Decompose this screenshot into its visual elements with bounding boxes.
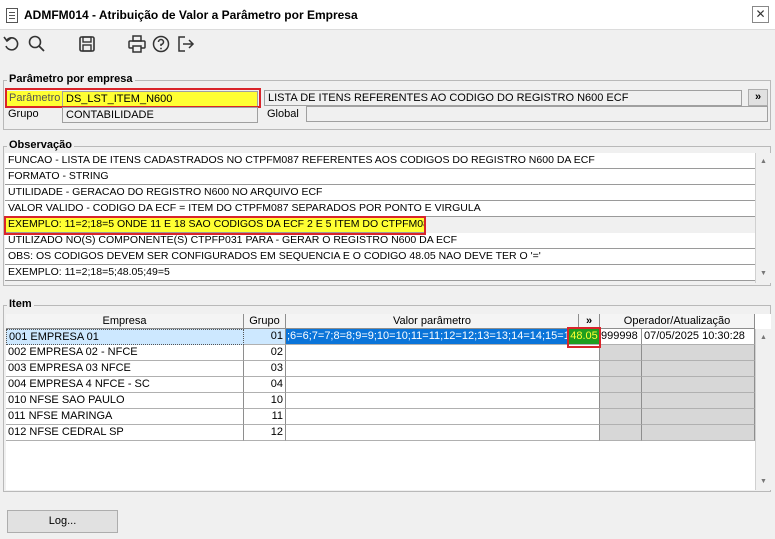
group-label: Grupo [8, 108, 39, 120]
obs-scrollbar[interactable]: ▲ ▼ [755, 153, 771, 283]
table-row-selected[interactable]: 001 EMPRESA 01 01 ;6=6;7=7;8=8;9=9;10=10… [6, 329, 771, 345]
row-codigo: 001 [9, 331, 28, 343]
row-operador [600, 409, 642, 425]
print-icon[interactable] [127, 34, 147, 54]
search-icon[interactable] [27, 34, 47, 54]
obs-line: EXEMPLO: 11=2;18=5;48.05;49=5 [5, 265, 755, 281]
row-codigo: 004 [8, 378, 27, 390]
row-valor-input[interactable]: ;6=6;7=7;8=8;9=9;10=10;11=11;12=12;13=13… [286, 329, 569, 345]
col-header-grupo[interactable]: Grupo [244, 314, 286, 329]
row-operador [600, 377, 642, 393]
row-codigo: 002 [8, 346, 27, 358]
global-label: Global [267, 108, 299, 120]
scroll-down-arrow-icon[interactable]: ▼ [758, 476, 769, 487]
row-grupo: 03 [244, 361, 286, 377]
param-lookup-button[interactable]: » [748, 89, 768, 106]
table-row[interactable]: 012 NFSE CEDRAL SP 12 [6, 425, 771, 441]
param-group-legend: Parâmetro por empresa [7, 73, 135, 85]
col-header-valor[interactable]: Valor parâmetro [286, 314, 579, 329]
row-data [642, 409, 755, 425]
param-highlight-box [5, 88, 261, 108]
row-data [642, 361, 755, 377]
obs-line: UTILIDADE - GERACAO DO REGISTRO N600 NO … [5, 185, 755, 201]
table-row[interactable]: 002 EMPRESA 02 - NFCE 02 [6, 345, 771, 361]
close-button[interactable]: ✕ [752, 6, 769, 23]
col-header-empresa[interactable]: Empresa [6, 314, 244, 329]
obs-line: UTILIZADO NO(S) COMPONENTE(S) CTPFP031 P… [5, 233, 755, 249]
obs-group-legend: Observação [7, 139, 74, 151]
row-data [642, 345, 755, 361]
help-icon[interactable] [151, 34, 171, 54]
row-valor-input[interactable] [286, 393, 600, 409]
row-operador [600, 425, 642, 441]
row-grupo: 12 [244, 425, 286, 441]
undo-icon[interactable] [2, 34, 22, 54]
row-empresa: EMPRESA 4 NFCE - SC [29, 378, 150, 390]
row-operador: 999998 [600, 329, 642, 345]
table-row[interactable]: 010 NFSE SAO PAULO 10 [6, 393, 771, 409]
row-codigo: 011 [8, 410, 26, 422]
scroll-down-arrow-icon[interactable]: ▼ [758, 268, 769, 279]
row-empresa: EMPRESA 01 [30, 331, 99, 343]
valor-tail-highlight-box [567, 327, 601, 348]
row-valor-input[interactable] [286, 377, 600, 393]
row-codigo: 010 [8, 394, 27, 406]
obs-line: VALOR VALIDO - CODIGO DA ECF = ITEM DO C… [5, 201, 755, 217]
table-row[interactable]: 003 EMPRESA 03 NFCE 03 [6, 361, 771, 377]
app-document-icon [6, 8, 18, 23]
row-valor-input[interactable] [286, 361, 600, 377]
row-valor-input[interactable] [286, 345, 600, 361]
table-row[interactable]: 004 EMPRESA 4 NFCE - SC 04 [6, 377, 771, 393]
col-header-operador[interactable]: Operador/Atualização [600, 314, 755, 329]
row-empresa: NFSE CEDRAL SP [29, 426, 124, 438]
obs-highlight-box [4, 216, 426, 235]
table-row[interactable]: 011 NFSE MARINGA 11 [6, 409, 771, 425]
global-field [306, 106, 768, 122]
row-valor-input[interactable] [286, 409, 600, 425]
row-grupo: 10 [244, 393, 286, 409]
row-empresa: NFSE MARINGA [28, 410, 113, 422]
obs-line: FUNCAO - LISTA DE ITENS CADASTRADOS NO C… [5, 153, 755, 169]
obs-line: OBS: OS CODIGOS DEVEM SER CONFIGURADOS E… [5, 249, 755, 265]
grid-scrollbar[interactable]: ▲ ▼ [755, 329, 771, 490]
row-operador [600, 345, 642, 361]
toolbar [0, 30, 775, 60]
row-data: 07/05/2025 10:30:28 [642, 329, 755, 345]
log-button[interactable]: Log... [7, 510, 118, 533]
row-empresa: EMPRESA 02 - NFCE [29, 346, 138, 358]
row-valor-input[interactable] [286, 425, 600, 441]
row-operador [600, 393, 642, 409]
obs-line: FORMATO - STRING [5, 169, 755, 185]
row-codigo: 003 [8, 362, 27, 374]
row-data [642, 425, 755, 441]
row-grupo: 02 [244, 345, 286, 361]
row-grupo: 01 [244, 329, 286, 345]
group-field: CONTABILIDADE [62, 107, 258, 123]
row-operador [600, 361, 642, 377]
row-data [642, 377, 755, 393]
save-icon[interactable] [77, 34, 97, 54]
scroll-up-arrow-icon[interactable]: ▲ [758, 156, 769, 167]
param-description-field: LISTA DE ITENS REFERENTES AO CODIGO DO R… [264, 90, 742, 106]
item-grid: Empresa Grupo Valor parâmetro » Operador… [6, 314, 771, 490]
title-bar: ADMFM014 - Atribuição de Valor a Parâmet… [0, 0, 775, 30]
exit-icon[interactable] [176, 34, 196, 54]
row-empresa: EMPRESA 03 NFCE [29, 362, 131, 374]
row-empresa: NFSE SAO PAULO [29, 394, 125, 406]
row-grupo: 11 [244, 409, 286, 425]
window-title: ADMFM014 - Atribuição de Valor a Parâmet… [24, 8, 358, 22]
scroll-up-arrow-icon[interactable]: ▲ [758, 332, 769, 343]
row-codigo: 012 [8, 426, 27, 438]
item-group-legend: Item [7, 298, 34, 310]
row-grupo: 04 [244, 377, 286, 393]
row-data [642, 393, 755, 409]
